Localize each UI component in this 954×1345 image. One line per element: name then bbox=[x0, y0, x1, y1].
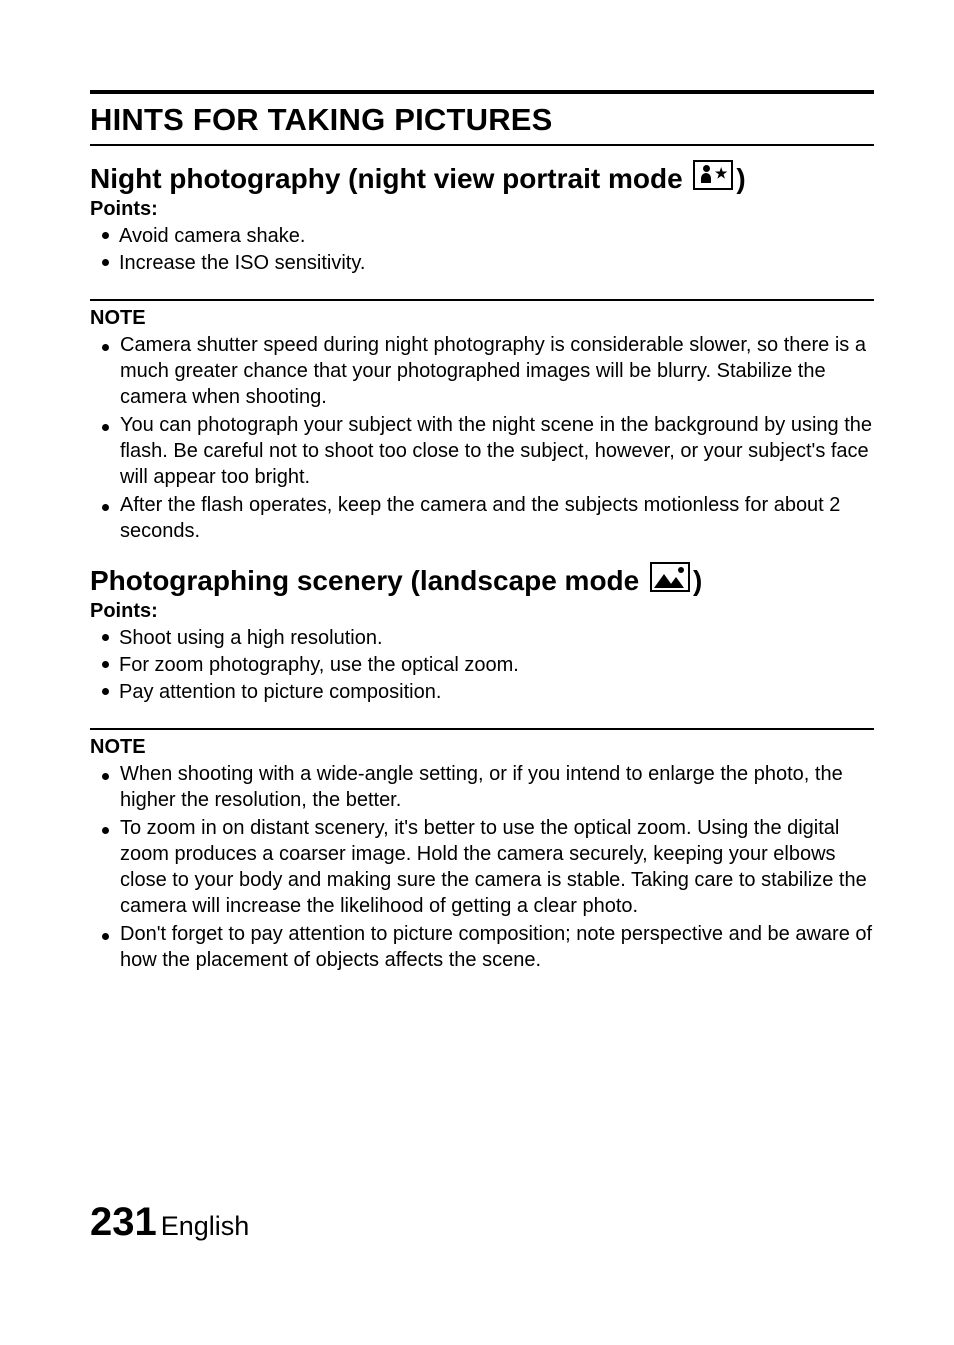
list-item: Shoot using a high resolution. bbox=[102, 625, 874, 652]
title-rule-thin bbox=[90, 144, 874, 146]
list-item: To zoom in on distant scenery, it's bett… bbox=[102, 815, 874, 921]
section-2-note-list: When shooting with a wide-angle setting,… bbox=[102, 761, 874, 975]
list-item: After the flash operates, keep the camer… bbox=[102, 492, 874, 546]
list-item: For zoom photography, use the optical zo… bbox=[102, 652, 874, 679]
page-language: English bbox=[161, 1211, 250, 1241]
section-1-heading: Night photography (night view portrait m… bbox=[90, 160, 874, 196]
section-2-heading-post: ) bbox=[693, 565, 702, 596]
landscape-mode-icon bbox=[650, 562, 690, 592]
list-item: Camera shutter speed during night photog… bbox=[102, 332, 874, 412]
section-1-heading-pre: Night photography (night view portrait m… bbox=[90, 163, 690, 194]
list-item: Pay attention to picture composition. bbox=[102, 679, 874, 706]
section-1-heading-post: ) bbox=[736, 163, 745, 194]
section-2-points-label: Points: bbox=[90, 600, 874, 623]
page: HINTS FOR TAKING PICTURES Night photogra… bbox=[0, 0, 954, 1345]
section-2-heading: Photographing scenery (landscape mode ) bbox=[90, 562, 874, 598]
section-1-note-separator bbox=[90, 299, 874, 301]
section-2-note-separator bbox=[90, 728, 874, 730]
list-item: Don't forget to pay attention to picture… bbox=[102, 921, 874, 975]
section-1-points-label: Points: bbox=[90, 198, 874, 221]
section-1-note-label: NOTE bbox=[90, 307, 874, 330]
page-title: HINTS FOR TAKING PICTURES bbox=[90, 102, 874, 138]
list-item: Increase the ISO sensitivity. bbox=[102, 250, 874, 277]
night-portrait-mode-icon: ★ bbox=[693, 160, 733, 190]
section-2-note-label: NOTE bbox=[90, 736, 874, 759]
section-2-points-list: Shoot using a high resolution. For zoom … bbox=[102, 625, 874, 706]
section-2-heading-pre: Photographing scenery (landscape mode bbox=[90, 565, 647, 596]
list-item: Avoid camera shake. bbox=[102, 223, 874, 250]
list-item: When shooting with a wide-angle setting,… bbox=[102, 761, 874, 815]
page-footer: 231English bbox=[90, 1200, 249, 1245]
top-rule-thick bbox=[90, 90, 874, 94]
page-number: 231 bbox=[90, 1200, 157, 1244]
section-1-points-list: Avoid camera shake. Increase the ISO sen… bbox=[102, 223, 874, 277]
section-1-note-list: Camera shutter speed during night photog… bbox=[102, 332, 874, 546]
list-item: You can photograph your subject with the… bbox=[102, 412, 874, 492]
